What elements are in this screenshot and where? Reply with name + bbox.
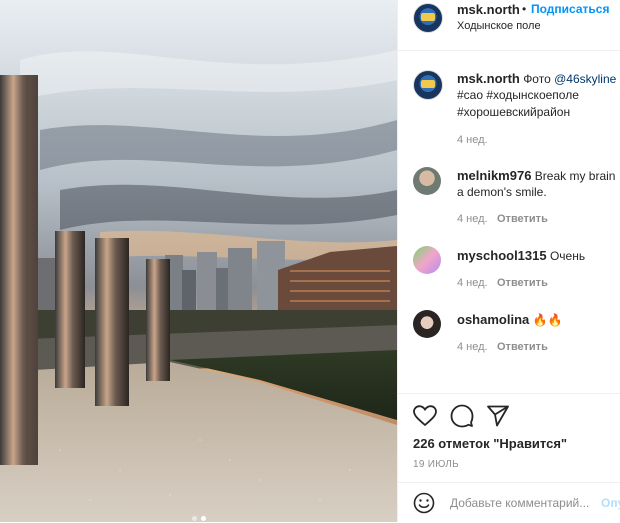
commenter-avatar[interactable]: [413, 246, 441, 274]
reply-button[interactable]: Ответить: [497, 341, 548, 353]
caption-username[interactable]: msk.north: [457, 71, 520, 86]
caption-author-avatar[interactable]: [413, 70, 443, 100]
comment-timestamp[interactable]: 4 нед.: [457, 277, 488, 289]
comment-text: Очень: [549, 249, 586, 263]
caption-timestamp[interactable]: 4 нед.: [457, 134, 488, 146]
caption-hashtags-1[interactable]: #сао #ходынскоеполе: [457, 87, 579, 104]
comment-username[interactable]: myschool1315: [457, 248, 547, 263]
post-photo[interactable]: [0, 0, 397, 522]
comment-timestamp[interactable]: 4 нед.: [457, 213, 488, 225]
commenter-avatar[interactable]: [413, 310, 441, 338]
post-location[interactable]: Ходынское поле: [457, 20, 541, 32]
post-comment-button[interactable]: Опу: [601, 496, 620, 510]
add-comment-bar: Добавьте комментарий... Опу: [398, 482, 620, 523]
comment-line: myschool1315 Очень: [457, 247, 585, 265]
comment-input[interactable]: Добавьте комментарий...: [450, 496, 589, 510]
post-date[interactable]: 19 ИЮЛЬ: [413, 459, 459, 470]
post-side-panel: msk.north • Подписаться Ходынское поле m…: [397, 0, 620, 522]
fire-emoji-text: 🔥🔥: [532, 313, 563, 327]
caption-hashtags-2[interactable]: #хорошевскийрайон: [457, 104, 570, 121]
separator-dot: •: [522, 2, 527, 16]
heart-icon[interactable]: [413, 405, 437, 427]
comment-line: oshamolina 🔥🔥: [457, 311, 562, 329]
comment-line: melnikm976 Break my brain: [457, 167, 615, 185]
photo-illustration: [0, 0, 397, 522]
post-header: msk.north • Подписаться Ходынское поле: [398, 0, 620, 51]
share-icon[interactable]: [486, 405, 510, 427]
comment-timestamp[interactable]: 4 нед.: [457, 341, 488, 353]
comment-username[interactable]: oshamolina: [457, 312, 529, 327]
carousel-dots: [0, 508, 397, 522]
follow-button[interactable]: Подписаться: [531, 2, 609, 16]
caption-mention[interactable]: @46skyline: [554, 72, 616, 86]
caption-prefix: Фото: [523, 72, 551, 86]
comment-icon[interactable]: [450, 404, 474, 428]
carousel-dot-active[interactable]: [200, 516, 206, 521]
comment-username[interactable]: melnikm976: [457, 168, 531, 183]
reply-button[interactable]: Ответить: [497, 277, 548, 289]
likes-count[interactable]: 226 отметок "Нравится": [413, 436, 567, 451]
carousel-dot[interactable]: [191, 516, 197, 521]
author-avatar[interactable]: [413, 3, 443, 33]
emoji-icon[interactable]: [413, 492, 435, 514]
author-username[interactable]: msk.north: [457, 2, 520, 17]
caption-line-1: msk.north Фото @46skyline: [457, 70, 616, 88]
reply-button[interactable]: Ответить: [497, 213, 548, 225]
comment-text-cont: a demon's smile.: [457, 185, 547, 199]
commenter-avatar[interactable]: [413, 167, 441, 195]
comment-text: Break my brain: [534, 169, 616, 183]
